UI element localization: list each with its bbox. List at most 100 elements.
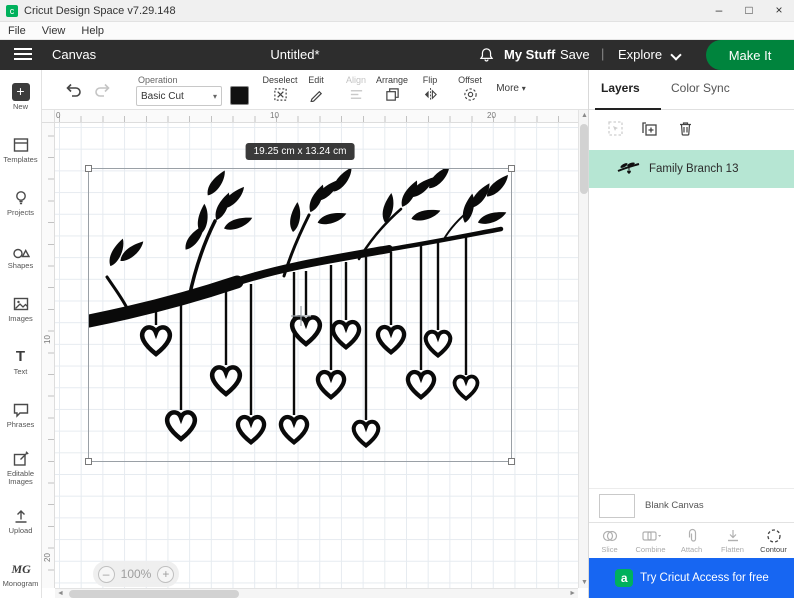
zoom-control: – 100% + <box>93 561 179 587</box>
app-title: Cricut Design Space v7.29.148 <box>24 5 176 17</box>
new-plus-icon: + <box>12 83 30 101</box>
minimize-icon[interactable]: – <box>704 0 734 22</box>
ruler-mark: 20 <box>43 553 52 562</box>
operation-label: Operation <box>138 75 178 85</box>
flip-button[interactable]: Flip <box>408 75 452 102</box>
edit-button[interactable]: Edit <box>294 75 338 102</box>
arrange-layers-icon <box>385 87 400 102</box>
sidebar-item-new[interactable]: + New <box>0 70 41 123</box>
selection-bounding-box[interactable]: 19.25 cm x 13.24 cm <box>88 168 512 462</box>
cricut-access-banner[interactable]: a Try Cricut Access for free <box>589 558 794 598</box>
deselect-icon <box>273 87 288 102</box>
horizontal-ruler: 0 10 20 <box>55 110 578 123</box>
explore-menu[interactable]: Explore <box>618 47 662 62</box>
layer-tools-row: Slice Combine Attach Flatten Contour <box>589 522 794 558</box>
shapes-icon <box>12 242 30 260</box>
sidebar-item-templates[interactable]: Templates <box>0 123 41 176</box>
flatten-icon <box>725 528 741 544</box>
scroll-left-icon[interactable]: ◄ <box>57 590 64 597</box>
scroll-up-icon[interactable]: ▲ <box>581 112 588 119</box>
editable-images-pencil-icon <box>12 450 30 468</box>
tab-color-sync[interactable]: Color Sync <box>671 81 730 95</box>
images-icon <box>12 295 30 313</box>
hamburger-menu-icon[interactable] <box>14 48 32 62</box>
close-icon[interactable]: × <box>764 0 794 22</box>
color-swatch[interactable] <box>230 86 249 105</box>
monogram-icon: MG <box>12 560 30 578</box>
operation-value: Basic Cut <box>141 91 213 102</box>
canvas-viewport[interactable]: 0 10 20 10 20 19.25 cm x 13.24 cm <box>42 110 588 598</box>
slice-button[interactable]: Slice <box>589 523 630 558</box>
sidebar-item-images[interactable]: Images <box>0 282 41 335</box>
horizontal-scrollbar[interactable]: ◄ ► <box>55 588 578 598</box>
layer-item-family-branch[interactable]: Family Branch 13 <box>589 150 794 188</box>
sidebar-item-shapes[interactable]: Shapes <box>0 229 41 282</box>
text-tool-icon: T <box>12 348 30 366</box>
sidebar-item-phrases[interactable]: Phrases <box>0 388 41 441</box>
blank-canvas-swatch[interactable] <box>599 494 635 518</box>
canvas-grid[interactable]: 19.25 cm x 13.24 cm <box>55 123 578 588</box>
attach-button[interactable]: Attach <box>671 523 712 558</box>
caret-down-icon: ▾ <box>213 92 217 101</box>
sidebar-item-monogram[interactable]: MG Monogram <box>0 547 41 598</box>
vertical-scrollbar[interactable]: ▲ ▼ <box>578 110 588 588</box>
blank-canvas-label: Blank Canvas <box>645 500 704 511</box>
undo-icon[interactable] <box>64 81 82 99</box>
save-button[interactable]: Save <box>560 47 590 62</box>
phrases-speech-bubble-icon <box>12 401 30 419</box>
menu-help[interactable]: Help <box>73 25 112 37</box>
ruler-mark: 10 <box>43 335 52 344</box>
my-stuff-link[interactable]: My Stuff <box>504 47 555 62</box>
flip-icon <box>423 87 438 102</box>
combine-button[interactable]: Combine <box>630 523 671 558</box>
ruler-mark: 0 <box>56 111 60 120</box>
blank-canvas-row[interactable]: Blank Canvas <box>589 488 794 522</box>
size-label: 19.25 cm x 13.24 cm <box>246 143 355 160</box>
contour-button[interactable]: Contour <box>753 523 794 558</box>
menubar: File View Help <box>0 22 794 40</box>
chevron-down-icon <box>670 49 681 60</box>
maximize-icon[interactable]: □ <box>734 0 764 22</box>
sidebar-item-upload[interactable]: Upload <box>0 494 41 547</box>
contour-icon <box>766 528 782 544</box>
caret-down-icon: ▾ <box>522 84 526 93</box>
zoom-level: 100% <box>121 567 152 581</box>
scroll-down-icon[interactable]: ▼ <box>581 579 588 586</box>
operation-select[interactable]: Basic Cut ▾ <box>136 86 222 106</box>
app-window: c Cricut Design Space v7.29.148 – □ × Fi… <box>0 0 794 598</box>
zoom-out-button[interactable]: – <box>98 566 115 583</box>
sidebar-item-editable-images[interactable]: Editable Images <box>0 441 41 494</box>
redo-icon[interactable] <box>94 81 112 99</box>
slice-icon <box>602 528 618 544</box>
more-button[interactable]: More ▾ <box>486 83 536 94</box>
horizontal-scroll-thumb[interactable] <box>69 590 239 598</box>
layers-panel: Layers Color Sync Family Branch 13 Blank… <box>588 70 794 598</box>
layer-actions-bar <box>589 110 794 148</box>
tab-layers[interactable]: Layers <box>601 81 640 104</box>
duplicate-icon[interactable] <box>641 120 658 137</box>
hearts <box>142 317 477 445</box>
titlebar: c Cricut Design Space v7.29.148 – □ × <box>0 0 794 22</box>
menu-file[interactable]: File <box>0 25 34 37</box>
ruler-mark: 20 <box>487 111 496 120</box>
family-branch-design[interactable] <box>89 169 513 463</box>
left-sidebar: + New Templates Projects Shapes Images T… <box>0 70 42 598</box>
zoom-in-button[interactable]: + <box>157 566 174 583</box>
select-all-icon[interactable] <box>607 120 624 137</box>
vertical-ruler: 10 20 <box>42 123 55 588</box>
canvas-label[interactable]: Canvas <box>52 47 96 62</box>
vertical-scroll-thumb[interactable] <box>580 124 588 194</box>
notifications-bell-icon[interactable] <box>478 46 495 69</box>
edit-toolbar: Operation Basic Cut ▾ Deselect Edit Alig… <box>42 70 588 110</box>
document-title[interactable]: Untitled* <box>240 47 350 62</box>
make-it-button[interactable]: Make It <box>706 40 794 70</box>
delete-trash-icon[interactable] <box>677 120 694 137</box>
layer-thumbnail-branch-icon <box>617 161 641 177</box>
menu-view[interactable]: View <box>34 25 74 37</box>
scroll-right-icon[interactable]: ► <box>569 590 576 597</box>
flatten-button[interactable]: Flatten <box>712 523 753 558</box>
sidebar-item-projects[interactable]: Projects <box>0 176 41 229</box>
sidebar-item-text[interactable]: T Text <box>0 335 41 388</box>
upload-arrow-icon <box>12 507 30 525</box>
combine-icon <box>641 528 661 544</box>
